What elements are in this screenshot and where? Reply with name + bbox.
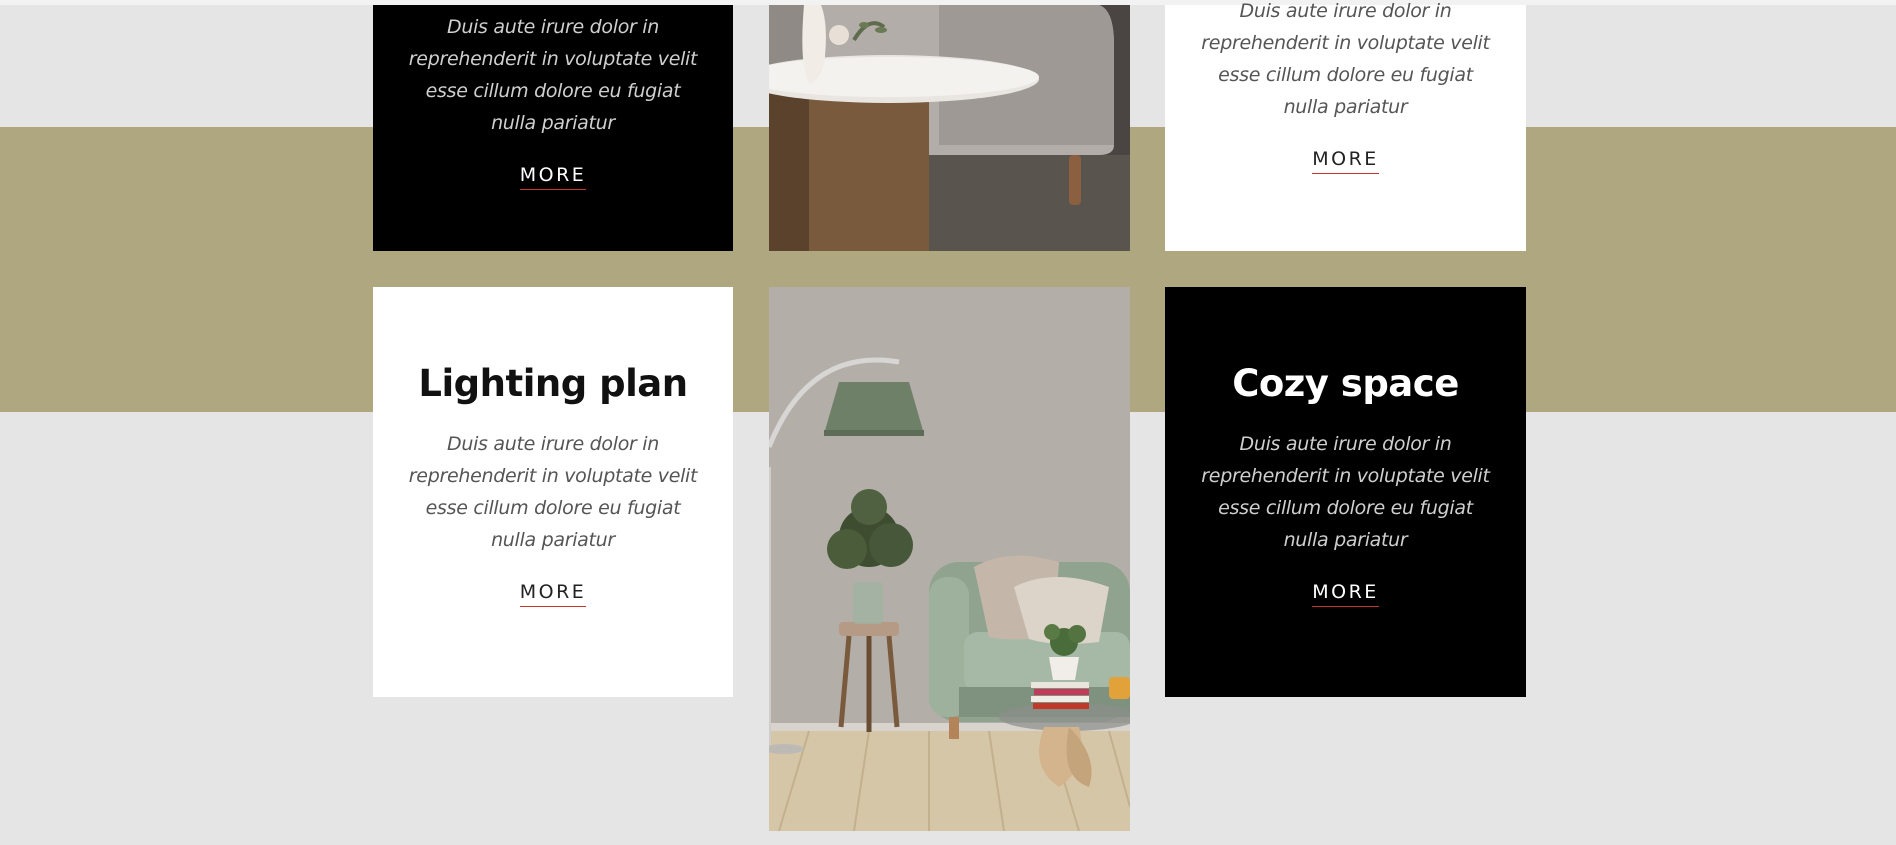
card-body-text: Duis aute irure dolor in reprehenderit i… bbox=[1201, 433, 1490, 551]
living-room-photo bbox=[769, 287, 1130, 831]
card-top-left: Duis aute irure dolor in reprehenderit i… bbox=[373, 5, 733, 251]
card-title: Cozy space bbox=[1232, 362, 1459, 405]
card-lighting-plan: Lighting plan Duis aute irure dolor in r… bbox=[373, 287, 733, 697]
more-link[interactable]: MORE bbox=[1312, 581, 1379, 607]
card-cozy-space: Cozy space Duis aute irure dolor in repr… bbox=[1165, 287, 1526, 697]
card-title: Lighting plan bbox=[418, 362, 688, 405]
card-body-text: Duis aute irure dolor in reprehenderit i… bbox=[408, 433, 698, 551]
card-body-text: Duis aute irure dolor in reprehenderit i… bbox=[408, 16, 698, 134]
sofa-table-photo bbox=[769, 5, 1130, 251]
more-link[interactable]: MORE bbox=[1312, 148, 1379, 174]
card-top-right: Duis aute irure dolor in reprehenderit i… bbox=[1165, 0, 1526, 251]
more-link[interactable]: MORE bbox=[519, 164, 587, 190]
more-link[interactable]: MORE bbox=[519, 581, 587, 607]
card-body-text: Duis aute irure dolor in reprehenderit i… bbox=[1201, 0, 1490, 118]
